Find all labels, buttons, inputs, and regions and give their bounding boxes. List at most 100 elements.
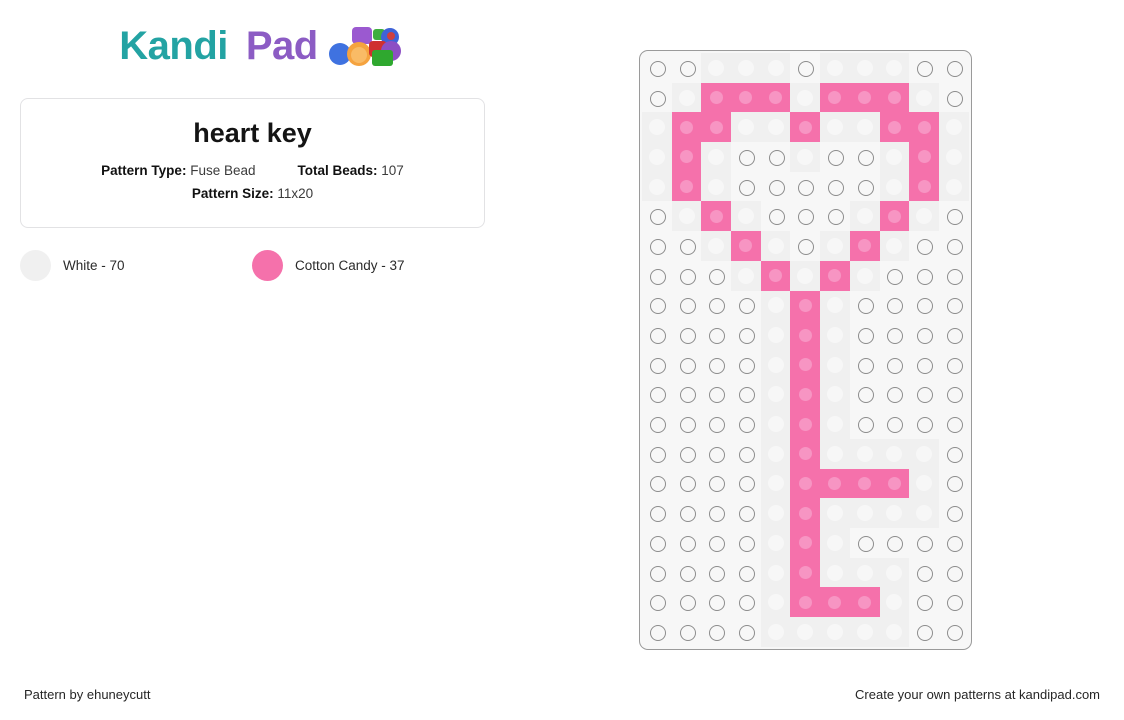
bead-cell-white[interactable] <box>671 53 702 83</box>
bead-cell-white[interactable] <box>642 349 672 380</box>
bead-cell-white[interactable] <box>701 468 732 499</box>
bead-cell-white[interactable] <box>671 617 702 647</box>
bead-cell-white[interactable] <box>731 379 761 410</box>
bead-cell-cotton-candy[interactable] <box>701 82 731 113</box>
bead-cell-white[interactable] <box>701 587 732 618</box>
bead-cell-cotton-candy[interactable] <box>909 171 939 202</box>
bead-cell-empty[interactable] <box>879 142 910 172</box>
bead-cell-empty[interactable] <box>760 320 791 350</box>
bead-cell-white[interactable] <box>938 468 969 499</box>
bead-cell-white[interactable] <box>671 528 702 558</box>
bead-cell-cotton-candy[interactable] <box>909 112 939 142</box>
bead-cell-cotton-candy[interactable] <box>790 468 820 499</box>
bead-cell-empty[interactable] <box>701 53 732 83</box>
bead-cell-cotton-candy[interactable] <box>790 587 820 617</box>
bead-cell-white[interactable] <box>820 201 850 232</box>
bead-cell-white[interactable] <box>642 290 672 321</box>
bead-cell-cotton-candy[interactable] <box>760 260 791 291</box>
bead-cell-empty[interactable] <box>760 468 791 499</box>
bead-cell-white[interactable] <box>731 587 761 618</box>
bead-cell-cotton-candy[interactable] <box>790 528 820 558</box>
bead-cell-empty[interactable] <box>909 438 939 469</box>
bead-cell-empty[interactable] <box>849 260 880 291</box>
bead-cell-empty[interactable] <box>820 379 850 410</box>
bead-cell-empty[interactable] <box>820 320 850 350</box>
bead-cell-white[interactable] <box>849 171 880 202</box>
bead-cell-white[interactable] <box>938 290 969 321</box>
bead-cell-empty[interactable] <box>760 53 791 83</box>
bead-cell-empty[interactable] <box>731 201 761 232</box>
bead-cell-empty[interactable] <box>790 82 821 113</box>
bead-cell-empty[interactable] <box>849 438 880 469</box>
bead-cell-white[interactable] <box>909 290 939 321</box>
bead-cell-white[interactable] <box>731 438 761 469</box>
bead-cell-empty[interactable] <box>731 112 761 143</box>
bead-cell-white[interactable] <box>671 320 702 350</box>
bead-cell-white[interactable] <box>879 379 910 410</box>
bead-cell-white[interactable] <box>671 409 702 439</box>
bead-cell-empty[interactable] <box>879 617 910 647</box>
bead-cell-empty[interactable] <box>879 438 910 469</box>
bead-cell-white[interactable] <box>642 587 672 618</box>
bead-cell-empty[interactable] <box>909 82 939 113</box>
bead-cell-cotton-candy[interactable] <box>731 82 761 113</box>
bead-cell-cotton-candy[interactable] <box>879 82 910 113</box>
bead-cell-white[interactable] <box>820 142 850 172</box>
bead-cell-white[interactable] <box>642 82 672 113</box>
bead-cell-white[interactable] <box>938 320 969 350</box>
bead-cell-white[interactable] <box>671 587 702 618</box>
bead-cell-cotton-candy[interactable] <box>671 112 702 142</box>
bead-cell-white[interactable] <box>671 379 702 410</box>
bead-cell-empty[interactable] <box>820 438 850 469</box>
bead-cell-empty[interactable] <box>760 112 791 143</box>
bead-cell-white[interactable] <box>731 468 761 499</box>
bead-cell-cotton-candy[interactable] <box>790 379 820 410</box>
bead-cell-empty[interactable] <box>820 231 850 261</box>
bead-cell-empty[interactable] <box>849 53 880 83</box>
bead-cell-empty[interactable] <box>820 53 850 83</box>
bead-cell-white[interactable] <box>760 201 791 232</box>
bead-cell-white[interactable] <box>701 557 732 588</box>
bead-cell-cotton-candy[interactable] <box>790 557 820 588</box>
bead-grid[interactable] <box>639 50 972 650</box>
bead-cell-white[interactable] <box>938 617 969 647</box>
bead-cell-empty[interactable] <box>790 260 821 291</box>
bead-cell-white[interactable] <box>731 617 761 647</box>
bead-cell-white[interactable] <box>642 468 672 499</box>
bead-cell-empty[interactable] <box>760 557 791 588</box>
bead-cell-white[interactable] <box>909 53 939 83</box>
bead-cell-white[interactable] <box>701 260 732 291</box>
bead-cell-white[interactable] <box>938 379 969 410</box>
bead-cell-white[interactable] <box>642 320 672 350</box>
bead-cell-white[interactable] <box>879 349 910 380</box>
bead-cell-cotton-candy[interactable] <box>820 82 850 113</box>
bead-cell-cotton-candy[interactable] <box>671 171 702 202</box>
bead-cell-white[interactable] <box>879 260 910 291</box>
bead-cell-empty[interactable] <box>820 557 850 588</box>
bead-cell-empty[interactable] <box>820 112 850 143</box>
bead-cell-white[interactable] <box>909 379 939 410</box>
bead-cell-white[interactable] <box>909 320 939 350</box>
bead-cell-white[interactable] <box>671 557 702 588</box>
bead-cell-white[interactable] <box>909 557 939 588</box>
bead-cell-white[interactable] <box>671 468 702 499</box>
bead-cell-empty[interactable] <box>849 557 880 588</box>
bead-cell-white[interactable] <box>879 409 910 439</box>
bead-cell-white[interactable] <box>701 290 732 321</box>
bead-cell-cotton-candy[interactable] <box>879 112 910 142</box>
bead-cell-empty[interactable] <box>701 142 732 172</box>
bead-cell-white[interactable] <box>938 498 969 528</box>
bead-cell-empty[interactable] <box>820 349 850 380</box>
bead-cell-white[interactable] <box>790 201 821 232</box>
bead-cell-empty[interactable] <box>760 587 791 618</box>
bead-cell-empty[interactable] <box>790 617 821 647</box>
bead-cell-white[interactable] <box>938 260 969 291</box>
bead-cell-white[interactable] <box>760 142 791 172</box>
bead-cell-empty[interactable] <box>731 53 761 83</box>
bead-cell-white[interactable] <box>909 587 939 618</box>
bead-cell-white[interactable] <box>849 528 880 558</box>
bead-cell-cotton-candy[interactable] <box>879 468 910 499</box>
bead-cell-cotton-candy[interactable] <box>849 231 880 261</box>
bead-cell-empty[interactable] <box>879 498 910 528</box>
bead-cell-white[interactable] <box>849 142 880 172</box>
